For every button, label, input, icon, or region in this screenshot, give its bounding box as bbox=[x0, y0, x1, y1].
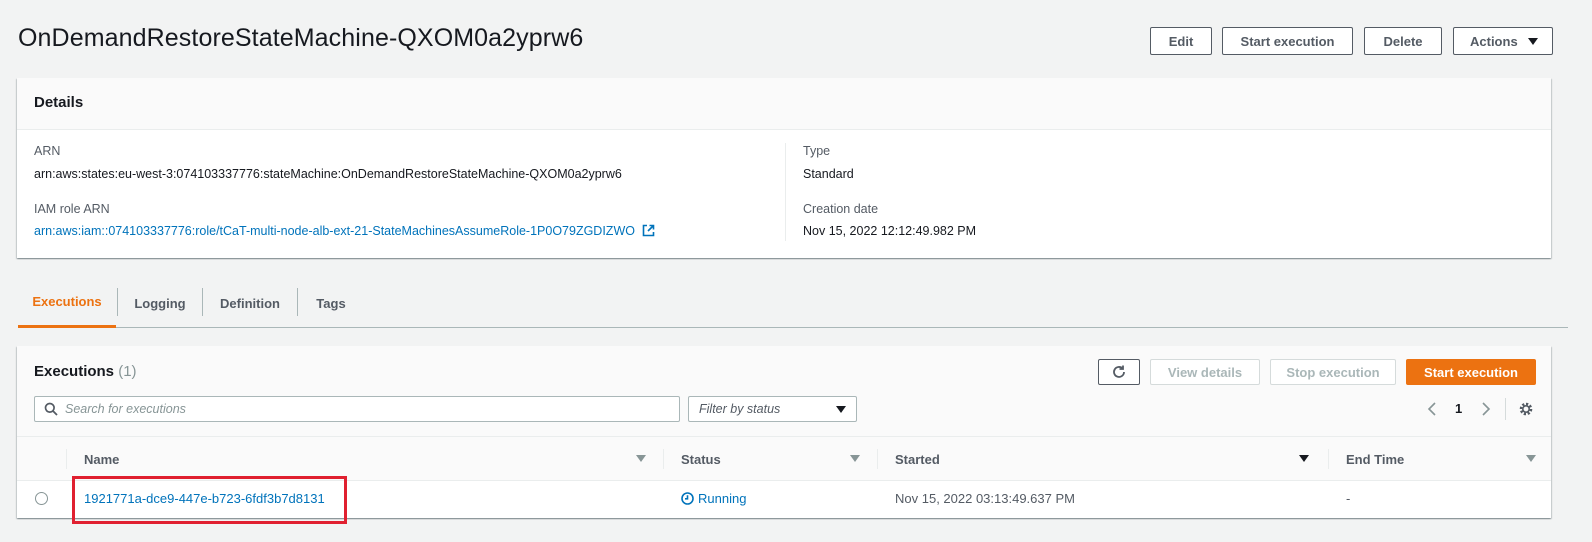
details-heading: Details bbox=[34, 94, 84, 111]
search-input[interactable]: Search for executions bbox=[34, 396, 680, 422]
details-panel: Details ARN arn:aws:states:eu-west-3:074… bbox=[17, 78, 1551, 258]
page-number[interactable]: 1 bbox=[1455, 401, 1462, 416]
actions-label: Actions bbox=[1470, 33, 1518, 49]
executions-heading: Executions (1) bbox=[34, 363, 137, 380]
clock-icon bbox=[681, 492, 694, 505]
tab-bar: Executions Logging Definition Tags bbox=[18, 278, 1568, 328]
execution-started: Nov 15, 2022 03:13:49.637 PM bbox=[895, 491, 1075, 506]
delete-button[interactable]: Delete bbox=[1364, 27, 1442, 55]
execution-name-link[interactable]: 1921771a-dce9-447e-b723-6fdf3b7d8131 bbox=[84, 491, 325, 506]
column-separator bbox=[66, 449, 67, 469]
filter-placeholder: Filter by status bbox=[699, 402, 781, 416]
executions-panel: Executions (1) View details Stop executi… bbox=[17, 346, 1551, 518]
iam-role-link[interactable]: arn:aws:iam::074103337776:role/tCaT-mult… bbox=[34, 224, 655, 238]
column-separator bbox=[1328, 449, 1329, 469]
start-execution-header-button[interactable]: Start execution bbox=[1222, 27, 1353, 55]
details-divider bbox=[785, 143, 786, 241]
tab-executions[interactable]: Executions bbox=[18, 278, 116, 328]
tab-tags[interactable]: Tags bbox=[298, 278, 364, 328]
details-header: Details bbox=[17, 78, 1551, 130]
tab-logging[interactable]: Logging bbox=[118, 278, 202, 328]
view-details-button[interactable]: View details bbox=[1150, 359, 1260, 385]
creation-date-value: Nov 15, 2022 12:12:49.982 PM bbox=[803, 224, 977, 238]
stop-execution-button[interactable]: Stop execution bbox=[1270, 359, 1396, 385]
creation-date-label: Creation date bbox=[803, 202, 879, 216]
search-placeholder: Search for executions bbox=[65, 402, 186, 416]
filter-by-status-select[interactable]: Filter by status bbox=[688, 396, 857, 422]
next-page-icon[interactable] bbox=[1481, 402, 1491, 416]
refresh-icon bbox=[1113, 365, 1125, 378]
pagination-divider bbox=[1505, 398, 1506, 420]
type-label: Type bbox=[803, 144, 831, 158]
breadcrumb bbox=[18, 0, 538, 4]
executions-heading-text: Executions bbox=[34, 363, 115, 380]
sort-caret-active-icon[interactable] bbox=[1299, 455, 1309, 462]
start-execution-button[interactable]: Start execution bbox=[1406, 359, 1536, 385]
table-header: Name Status Started End Time bbox=[17, 437, 1551, 481]
executions-header: Executions (1) View details Stop executi… bbox=[17, 346, 1551, 437]
column-separator bbox=[663, 449, 664, 469]
status-text: Running bbox=[698, 491, 747, 506]
sort-caret-icon[interactable] bbox=[636, 455, 646, 462]
table-row[interactable]: 1921771a-dce9-447e-b723-6fdf3b7d8131 Run… bbox=[17, 481, 1551, 518]
column-header-status[interactable]: Status bbox=[681, 437, 721, 481]
sort-caret-icon[interactable] bbox=[850, 455, 860, 462]
sort-caret-icon[interactable] bbox=[1526, 455, 1536, 462]
settings-gear-icon[interactable] bbox=[1518, 401, 1534, 417]
previous-page-icon[interactable] bbox=[1427, 402, 1437, 416]
column-separator bbox=[877, 449, 878, 469]
iam-role-label: IAM role ARN bbox=[34, 202, 110, 216]
column-header-end-time[interactable]: End Time bbox=[1346, 437, 1404, 481]
execution-end-time: - bbox=[1346, 491, 1351, 506]
edit-button[interactable]: Edit bbox=[1150, 27, 1212, 55]
page-title: OnDemandRestoreStateMachine-QXOM0a2yprw6 bbox=[18, 24, 584, 52]
refresh-button[interactable] bbox=[1098, 359, 1140, 385]
iam-role-value: arn:aws:iam::074103337776:role/tCaT-mult… bbox=[34, 224, 635, 238]
search-icon bbox=[44, 402, 58, 416]
external-link-icon bbox=[643, 224, 655, 237]
column-header-started[interactable]: Started bbox=[895, 437, 940, 481]
caret-down-icon bbox=[836, 406, 846, 413]
column-header-name[interactable]: Name bbox=[84, 437, 119, 481]
type-value: Standard bbox=[803, 167, 854, 181]
tab-definition[interactable]: Definition bbox=[203, 278, 297, 328]
arn-label: ARN bbox=[34, 144, 61, 158]
executions-count: (1) bbox=[118, 363, 137, 380]
row-radio-button[interactable] bbox=[35, 492, 48, 505]
caret-down-icon bbox=[1528, 38, 1538, 45]
arn-value: arn:aws:states:eu-west-3:074103337776:st… bbox=[34, 167, 622, 181]
actions-dropdown[interactable]: Actions bbox=[1453, 27, 1553, 55]
execution-status: Running bbox=[681, 491, 746, 506]
